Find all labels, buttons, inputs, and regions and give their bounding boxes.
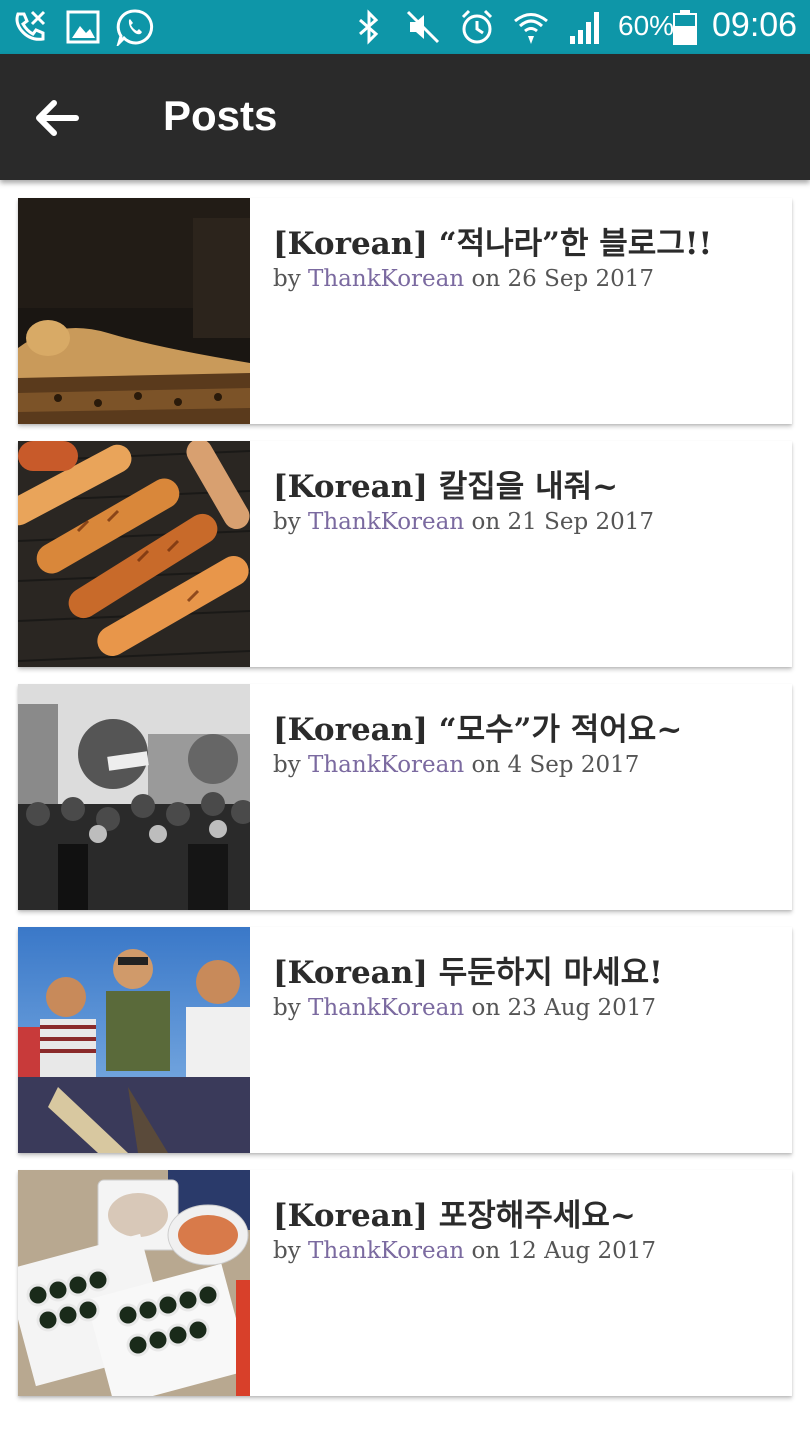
on-label: on <box>471 266 501 292</box>
gallery-icon <box>64 8 102 46</box>
by-label: by <box>273 266 301 292</box>
post-meta: by ThankKorean on 12 Aug 2017 <box>273 1238 656 1264</box>
by-label: by <box>273 509 301 535</box>
post-meta: by ThankKorean on 4 Sep 2017 <box>273 752 639 778</box>
author-link[interactable]: ThankKorean <box>308 752 464 778</box>
post-card[interactable]: [Korean] “적나라”한 블로그!! by ThankKorean on … <box>18 198 792 424</box>
post-date: 4 Sep 2017 <box>507 752 640 778</box>
battery-percent: 60% <box>618 10 675 41</box>
wifi-icon <box>512 8 550 46</box>
by-label: by <box>273 995 301 1021</box>
post-thumbnail <box>18 441 250 667</box>
post-date: 21 Sep 2017 <box>507 509 655 535</box>
page-title: Posts <box>163 92 278 139</box>
post-title: [Korean] 포장해주세요~ <box>273 1198 636 1234</box>
missed-call-icon <box>10 8 48 46</box>
signal-icon <box>566 8 604 46</box>
post-card[interactable]: [Korean] “모수”가 적어요~ by ThankKorean on 4 … <box>18 684 792 910</box>
on-label: on <box>471 752 501 778</box>
on-label: on <box>471 1238 501 1264</box>
by-label: by <box>273 752 301 778</box>
post-meta: by ThankKorean on 26 Sep 2017 <box>273 266 654 292</box>
author-link[interactable]: ThankKorean <box>308 995 464 1021</box>
arrow-left-icon <box>36 100 79 136</box>
on-label: on <box>471 995 501 1021</box>
post-title: [Korean] 칼집을 내줘~ <box>273 469 619 505</box>
post-thumbnail <box>18 927 250 1153</box>
post-card[interactable]: [Korean] 포장해주세요~ by ThankKorean on 12 Au… <box>18 1170 792 1396</box>
status-bar: 60% 09:06 <box>0 0 810 54</box>
whatsapp-icon <box>116 8 154 46</box>
bluetooth-icon <box>350 8 388 46</box>
app-bar: Posts <box>0 54 810 180</box>
post-date: 23 Aug 2017 <box>507 995 657 1021</box>
post-meta: by ThankKorean on 21 Sep 2017 <box>273 509 654 535</box>
author-link[interactable]: ThankKorean <box>308 266 464 292</box>
author-link[interactable]: ThankKorean <box>308 509 464 535</box>
post-thumbnail <box>18 198 250 424</box>
post-card[interactable]: [Korean] 칼집을 내줘~ by ThankKorean on 21 Se… <box>18 441 792 667</box>
back-button[interactable] <box>28 90 84 146</box>
post-meta: by ThankKorean on 23 Aug 2017 <box>273 995 656 1021</box>
post-card[interactable]: [Korean] 두둔하지 마세요! by ThankKorean on 23 … <box>18 927 792 1153</box>
post-thumbnail <box>18 684 250 910</box>
author-link[interactable]: ThankKorean <box>308 1238 464 1264</box>
battery-icon <box>672 8 698 46</box>
post-title: [Korean] “적나라”한 블로그!! <box>273 226 713 262</box>
post-title: [Korean] 두둔하지 마세요! <box>273 955 663 991</box>
alarm-icon <box>458 8 496 46</box>
clock: 09:06 <box>712 6 798 44</box>
post-date: 12 Aug 2017 <box>507 1238 657 1264</box>
mute-icon <box>404 8 442 46</box>
post-thumbnail <box>18 1170 250 1396</box>
by-label: by <box>273 1238 301 1264</box>
post-title: [Korean] “모수”가 적어요~ <box>273 712 683 748</box>
on-label: on <box>471 509 501 535</box>
post-date: 26 Sep 2017 <box>507 266 655 292</box>
